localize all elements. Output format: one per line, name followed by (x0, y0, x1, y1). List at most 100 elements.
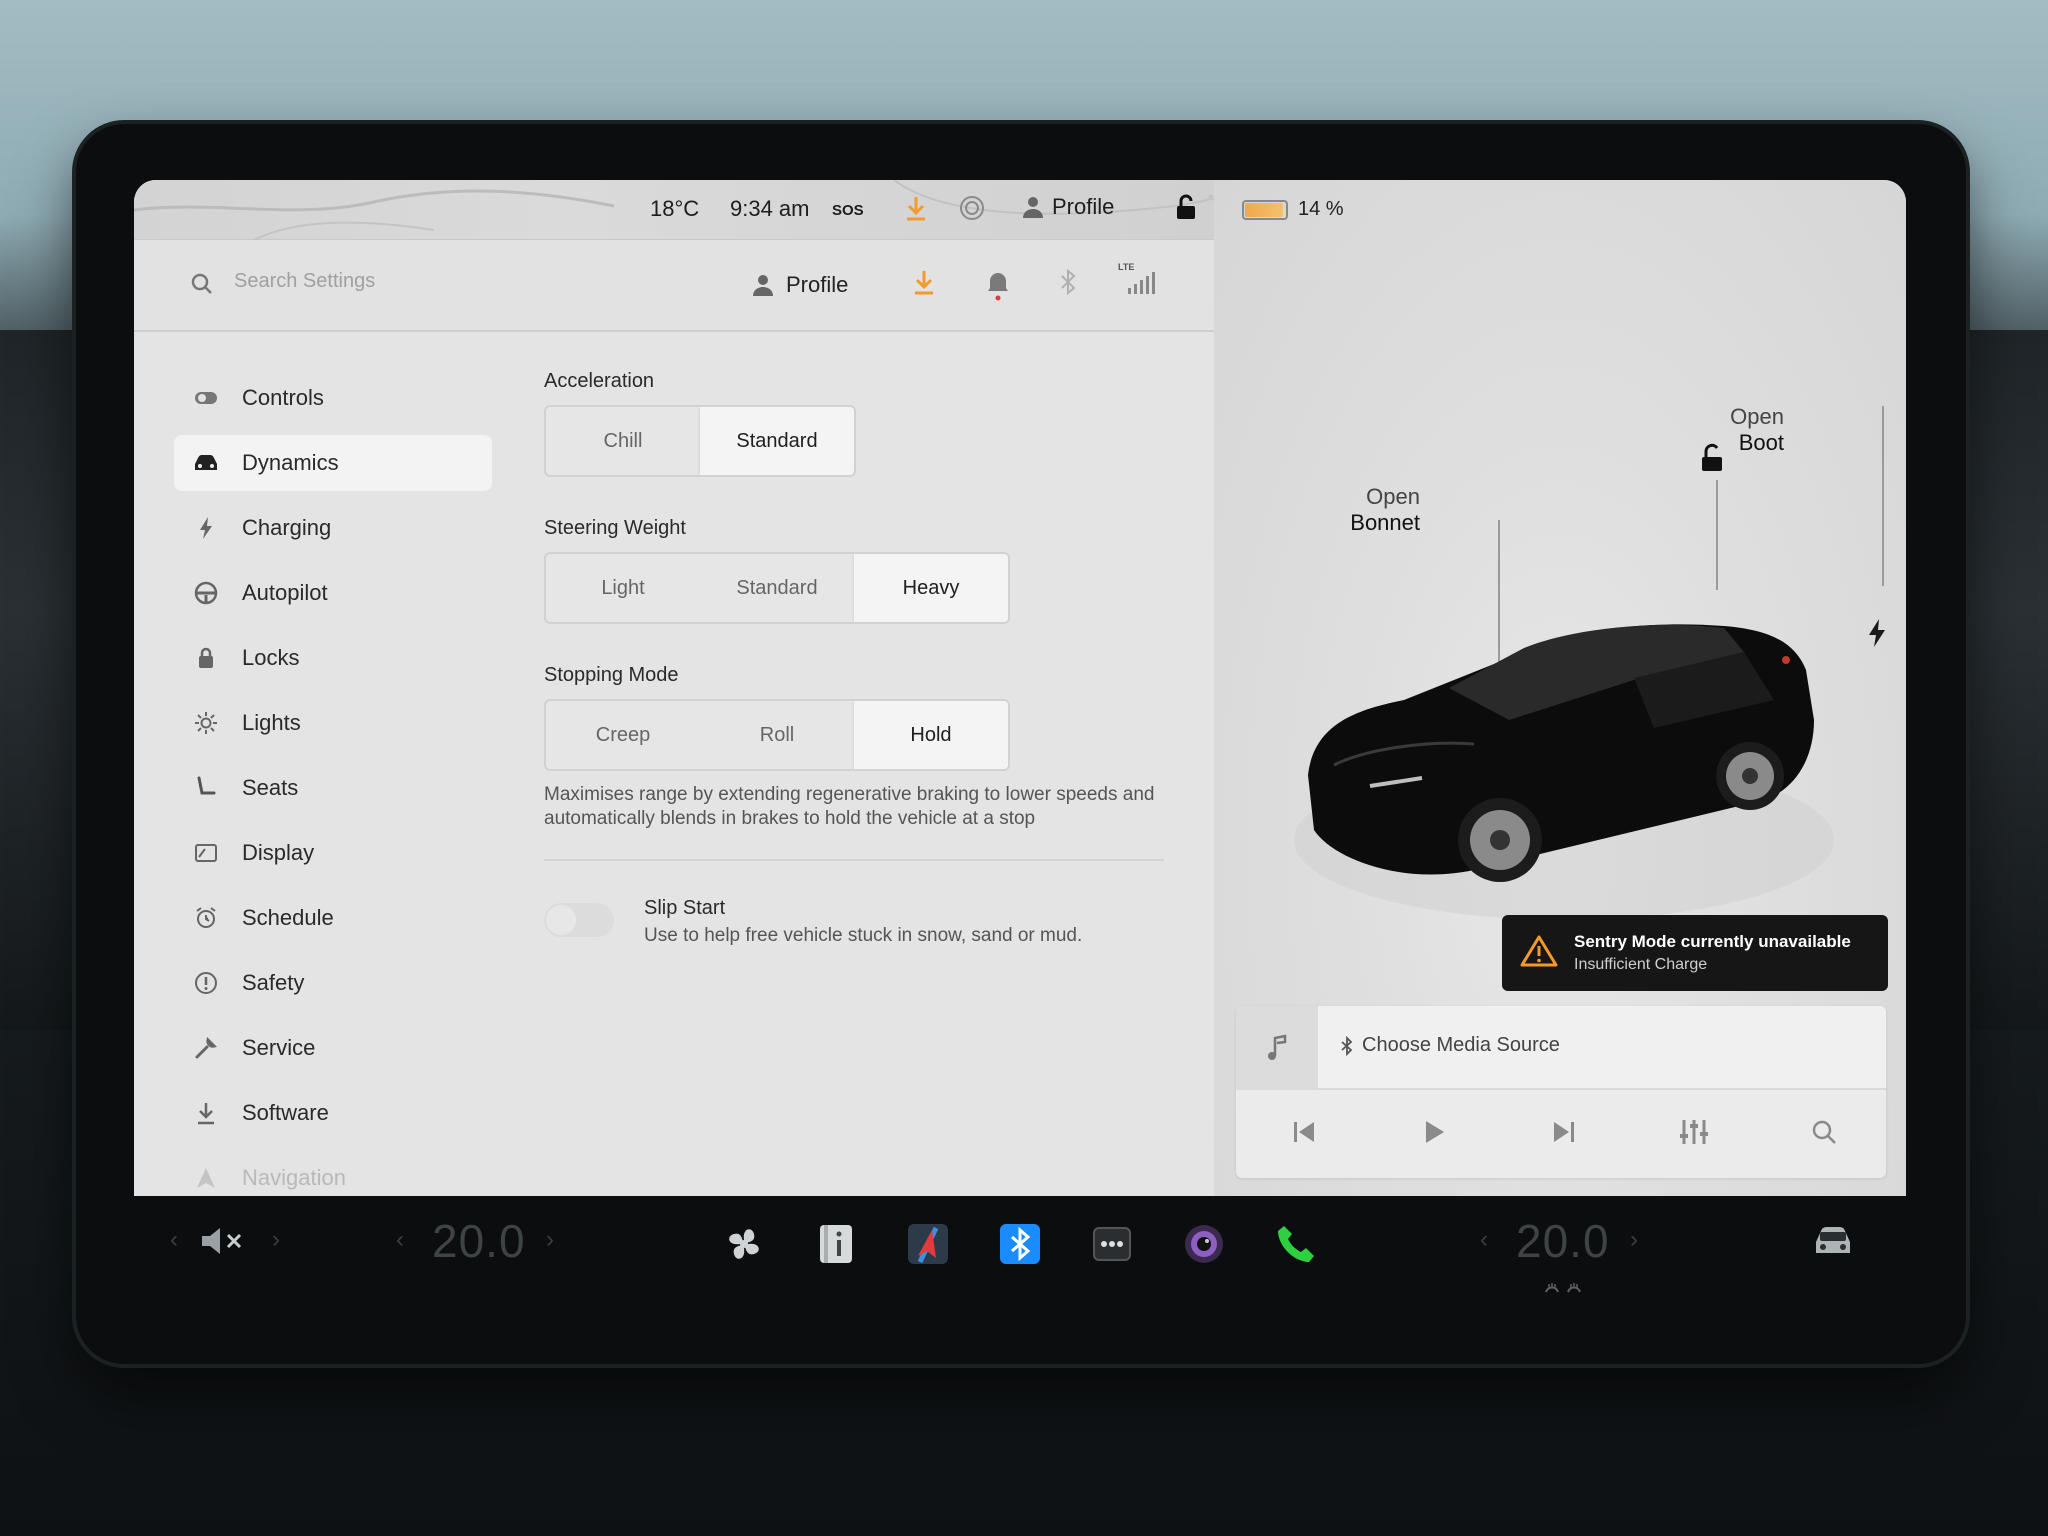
camera-icon[interactable] (1176, 1216, 1232, 1272)
car-model-image[interactable] (1274, 550, 1834, 930)
dynamics-content: Acceleration Chill Standard Steering Weig… (544, 370, 1184, 957)
download-icon (192, 1099, 220, 1127)
sidebar-item-controls[interactable]: Controls (174, 370, 492, 426)
sidebar-item-display[interactable]: Display (174, 825, 492, 881)
sentry-alert-title: Sentry Mode currently unavailable (1574, 932, 1851, 951)
person-icon (1023, 197, 1043, 218)
open-bonnet-button[interactable]: Open Bonnet (1310, 484, 1420, 536)
sidebar-item-schedule[interactable]: Schedule (174, 890, 492, 946)
driver-temp-up-icon[interactable]: › (546, 1226, 554, 1254)
touchscreen: 18°C 9:34 am SOS Profile Search Settings… (134, 180, 1906, 1196)
passenger-temp-up-icon[interactable]: › (1630, 1226, 1638, 1254)
slip-start-description: Use to help free vehicle stuck in snow, … (644, 925, 1083, 946)
passenger-temperature[interactable]: 20.0 (1516, 1214, 1610, 1268)
header-profile[interactable]: Profile (752, 272, 848, 298)
sidebar-item-dynamics[interactable]: Dynamics (174, 435, 492, 491)
equalizer-icon[interactable] (1664, 1102, 1724, 1162)
acceleration-chill-button[interactable]: Chill (546, 407, 700, 475)
sun-icon (192, 709, 220, 737)
driver-temp-down-icon[interactable]: ‹ (396, 1226, 404, 1254)
volume-up-chevron-icon[interactable]: › (272, 1226, 280, 1254)
bell-icon[interactable] (986, 268, 1010, 302)
sidebar-item-lights[interactable]: Lights (174, 695, 492, 751)
seat-heater-icons[interactable] (1544, 1280, 1584, 1299)
alarm-clock-icon (192, 904, 220, 932)
sidebar-item-service[interactable]: Service (174, 1020, 492, 1076)
warning-icon (1520, 934, 1558, 973)
sidebar-item-locks[interactable]: Locks (174, 630, 492, 686)
media-search-icon[interactable] (1794, 1102, 1854, 1162)
steering-heavy-button[interactable]: Heavy (854, 554, 1008, 622)
car-controls-icon[interactable] (1810, 1224, 1856, 1263)
slip-start-row: Slip Start Use to help free vehicle stuc… (544, 897, 1184, 957)
car-unlock-icon[interactable] (1696, 442, 1726, 481)
media-player: Choose Media Source (1236, 1006, 1886, 1178)
acceleration-standard-button[interactable]: Standard (700, 407, 854, 475)
bluetooth-icon[interactable] (1058, 268, 1078, 296)
stopping-creep-button[interactable]: Creep (546, 701, 700, 769)
unlock-icon[interactable] (1174, 194, 1198, 222)
passenger-temp-down-icon[interactable]: ‹ (1480, 1226, 1488, 1254)
choose-media-source-label: Choose Media Source (1362, 1034, 1560, 1056)
display-icon (192, 839, 220, 867)
steering-weight-selector: Light Standard Heavy (544, 552, 1010, 624)
outside-temperature: 18°C (650, 196, 700, 221)
phone-icon[interactable] (1268, 1216, 1324, 1272)
acceleration-title: Acceleration (544, 370, 655, 392)
sidebar-item-autopilot[interactable]: Autopilot (174, 565, 492, 621)
bottom-dock: ‹ › ‹ 20.0 › ‹ 20.0 › (134, 1196, 1906, 1306)
sidebar-item-charging[interactable]: Charging (174, 500, 492, 556)
more-apps-icon[interactable] (1084, 1216, 1140, 1272)
volume-down-chevron-icon[interactable]: ‹ (170, 1226, 178, 1254)
open-boot-button[interactable]: Open Boot (1674, 404, 1784, 456)
stopping-mode-selector: Creep Roll Hold (544, 699, 1010, 771)
next-track-button[interactable] (1534, 1102, 1594, 1162)
search-row: Profile LTE (134, 240, 1214, 332)
download-icon[interactable] (904, 194, 928, 222)
driver-temperature[interactable]: 20.0 (432, 1214, 526, 1268)
status-bar: 18°C 9:34 am SOS Profile (134, 180, 1214, 240)
sidebar-item-label: Seats (242, 775, 299, 800)
fan-icon[interactable] (716, 1216, 772, 1272)
manual-info-icon[interactable] (808, 1216, 864, 1272)
sentry-eye-icon[interactable] (958, 194, 986, 222)
sidebar-item-seats[interactable]: Seats (174, 760, 492, 816)
acceleration-selector: Chill Standard (544, 405, 856, 477)
settings-sidebar: Controls Dynamics Charging Autopilot Locks Li… (174, 370, 492, 1196)
navigation-app-icon[interactable] (900, 1216, 956, 1272)
wrench-icon (192, 1034, 220, 1062)
volume-muted-icon[interactable] (200, 1226, 246, 1261)
sidebar-item-safety[interactable]: Safety (174, 955, 492, 1011)
steering-standard-button[interactable]: Standard (700, 554, 854, 622)
search-input[interactable] (234, 270, 634, 293)
previous-track-button[interactable] (1274, 1102, 1334, 1162)
stopping-mode-title: Stopping Mode (544, 664, 679, 686)
toggle-knob (546, 905, 576, 935)
sos-label[interactable]: SOS (832, 202, 864, 219)
boot-leader-line (1882, 406, 1884, 586)
charge-port-bolt-icon[interactable] (1866, 618, 1888, 653)
stopping-roll-button[interactable]: Roll (700, 701, 854, 769)
slip-start-toggle[interactable] (544, 903, 614, 937)
lock-icon (192, 644, 220, 672)
sidebar-item-label: Display (242, 840, 315, 865)
play-button[interactable] (1404, 1102, 1464, 1162)
media-source-row[interactable]: Choose Media Source (1236, 1006, 1886, 1090)
section-divider (544, 859, 1164, 861)
steering-weight-title: Steering Weight (544, 517, 686, 539)
sidebar-item-software[interactable]: Software (174, 1085, 492, 1141)
sidebar-item-label: Navigation (242, 1165, 346, 1190)
sidebar-item-navigation[interactable]: Navigation (174, 1150, 492, 1196)
header-download-icon[interactable] (912, 268, 936, 296)
bluetooth-app-icon[interactable] (992, 1216, 1048, 1272)
bolt-icon (192, 514, 220, 542)
sidebar-item-label: Dynamics (242, 450, 339, 475)
search-icon (190, 272, 214, 301)
lte-signal-icon: LTE (1118, 262, 1158, 296)
status-profile[interactable]: Profile (1022, 194, 1114, 220)
steering-light-button[interactable]: Light (546, 554, 700, 622)
steering-wheel-icon (192, 579, 220, 607)
exclamation-circle-icon (192, 969, 220, 997)
battery-percent: 14 % (1298, 198, 1344, 220)
stopping-hold-button[interactable]: Hold (854, 701, 1008, 769)
